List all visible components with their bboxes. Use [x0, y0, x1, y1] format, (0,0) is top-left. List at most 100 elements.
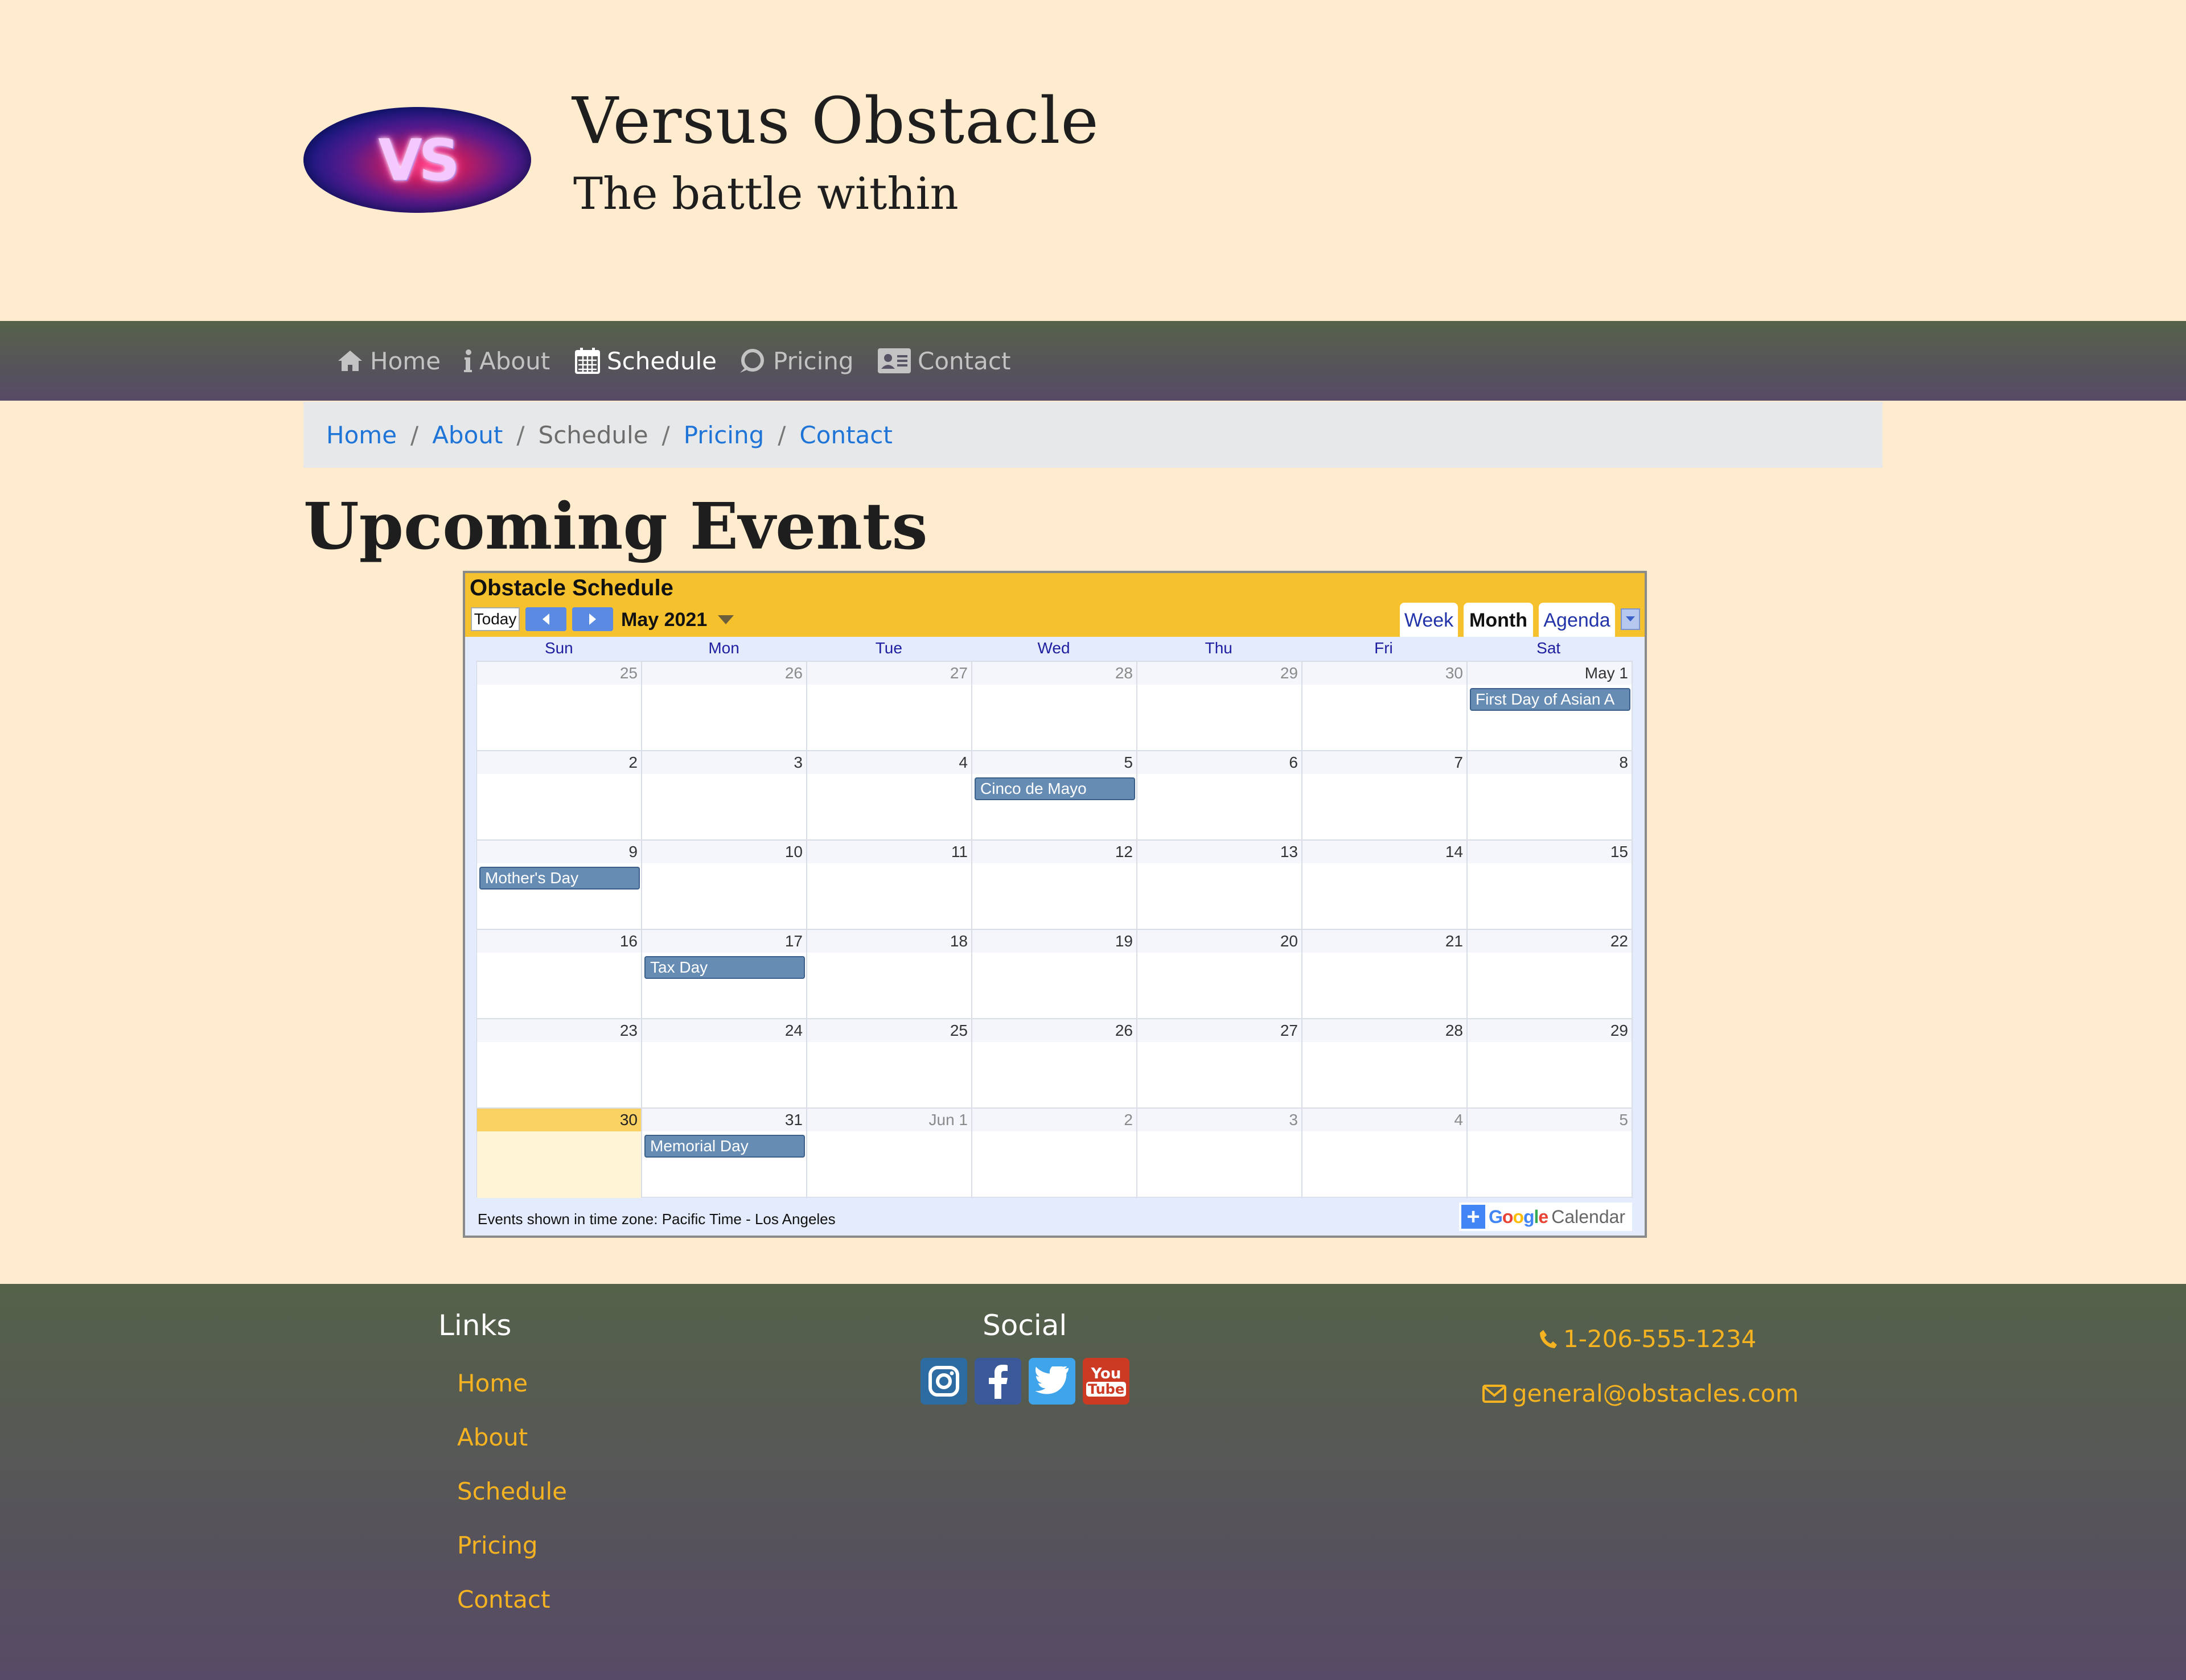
breadcrumb-contact[interactable]: Contact [799, 421, 892, 449]
calendar-event[interactable]: First Day of Asian A [1470, 688, 1630, 711]
email-address: general@obstacles.com [1512, 1380, 1799, 1407]
today-button[interactable]: Today [471, 607, 520, 631]
day-cell[interactable]: 5 Cinco de Mayo [972, 751, 1137, 841]
tab-month[interactable]: Month [1464, 603, 1533, 638]
day-cell[interactable]: 31 Memorial Day [642, 1109, 807, 1198]
week-row: 25 26 27 28 29 30 May 1 First Day of Asi… [477, 661, 1633, 751]
day-cell[interactable]: 12 [972, 841, 1137, 930]
day-cell[interactable]: 27 [1137, 1019, 1302, 1109]
nav-item-schedule[interactable]: Schedule [575, 321, 717, 401]
facebook-icon[interactable] [975, 1358, 1021, 1405]
day-cell[interactable]: 6 [1137, 751, 1302, 841]
add-to-google-calendar-button[interactable]: + Google Calendar [1459, 1203, 1632, 1231]
day-cell[interactable]: 5 [1468, 1109, 1633, 1198]
calendar-event[interactable]: Tax Day [644, 956, 805, 979]
day-cell[interactable]: 17 Tax Day [642, 930, 807, 1019]
calendar-event[interactable]: Cinco de Mayo [975, 777, 1135, 800]
day-cell[interactable]: 24 [642, 1019, 807, 1109]
day-cell[interactable]: 25 [477, 662, 642, 751]
day-cell[interactable]: 28 [1302, 1019, 1468, 1109]
day-cell[interactable]: Jun 1 [807, 1109, 972, 1198]
day-number: 25 [807, 1019, 971, 1042]
footer-email[interactable]: general@obstacles.com [1482, 1380, 1799, 1407]
calendar-event[interactable]: Memorial Day [644, 1135, 805, 1158]
instagram-icon[interactable] [921, 1358, 967, 1405]
day-cell[interactable]: 3 [642, 751, 807, 841]
day-cell[interactable]: 28 [972, 662, 1137, 751]
day-cell[interactable]: 2 [972, 1109, 1137, 1198]
day-cell[interactable]: 19 [972, 930, 1137, 1019]
day-cell[interactable]: 15 [1468, 841, 1633, 930]
day-number: 19 [972, 930, 1136, 953]
breadcrumb-pricing[interactable]: Pricing [684, 421, 765, 449]
breadcrumb-about[interactable]: About [432, 421, 503, 449]
contact-card-icon [878, 348, 911, 373]
plus-icon: + [1461, 1205, 1485, 1229]
calendar-event[interactable]: Mother's Day [479, 867, 640, 890]
day-number: 29 [1137, 662, 1301, 685]
calendar-wordmark: Calendar [1551, 1206, 1626, 1227]
day-cell[interactable]: 13 [1137, 841, 1302, 930]
prev-month-button[interactable] [525, 607, 566, 631]
day-cell[interactable]: 18 [807, 930, 972, 1019]
day-cell[interactable]: 26 [642, 662, 807, 751]
nav-item-contact[interactable]: Contact [878, 321, 1010, 401]
day-cell[interactable]: 25 [807, 1019, 972, 1109]
day-cell[interactable]: 30 [1302, 662, 1468, 751]
day-cell[interactable]: 23 [477, 1019, 642, 1109]
day-number: 17 [642, 930, 806, 953]
day-cell[interactable]: May 1 First Day of Asian A [1468, 662, 1633, 751]
breadcrumb-separator: / [778, 421, 786, 449]
footer-phone[interactable]: 1-206-555-1234 [1539, 1325, 1756, 1353]
month-dropdown-icon[interactable] [718, 615, 734, 624]
day-cell[interactable]: 4 [807, 751, 972, 841]
youtube-icon[interactable]: You Tube [1083, 1358, 1129, 1405]
view-dropdown-button[interactable] [1621, 608, 1640, 630]
day-cell[interactable]: 4 [1302, 1109, 1468, 1198]
day-number: 5 [1468, 1109, 1632, 1131]
day-cell[interactable]: 3 [1137, 1109, 1302, 1198]
youtube-tube-text: Tube [1086, 1382, 1127, 1397]
day-number: 30 [477, 1109, 641, 1131]
nav-item-label: Home [370, 347, 441, 375]
day-cell[interactable]: 16 [477, 930, 642, 1019]
footer-link-contact[interactable]: Contact [457, 1586, 550, 1613]
day-cell[interactable]: 22 [1468, 930, 1633, 1019]
nav-item-home[interactable]: Home [337, 321, 441, 401]
day-cell[interactable]: 11 [807, 841, 972, 930]
day-number: 25 [477, 662, 641, 685]
day-cell[interactable]: 29 [1137, 662, 1302, 751]
day-cell[interactable]: 8 [1468, 751, 1633, 841]
pricing-icon [740, 349, 764, 373]
site-logo[interactable]: VS [303, 107, 531, 213]
nav-item-label: Schedule [607, 347, 717, 375]
footer-social-heading: Social [983, 1309, 1067, 1342]
day-cell-today[interactable]: 30 [477, 1109, 642, 1198]
day-cell[interactable]: 2 [477, 751, 642, 841]
tab-agenda[interactable]: Agenda [1539, 603, 1615, 638]
day-cell[interactable]: 10 [642, 841, 807, 930]
weekday-label: Tue [875, 639, 902, 657]
info-icon [464, 349, 472, 372]
day-cell[interactable]: 9 Mother's Day [477, 841, 642, 930]
next-month-button[interactable] [572, 607, 613, 631]
day-number: 7 [1302, 751, 1466, 774]
twitter-icon[interactable] [1029, 1358, 1075, 1405]
day-cell[interactable]: 21 [1302, 930, 1468, 1019]
day-cell[interactable]: 29 [1468, 1019, 1633, 1109]
day-number: 9 [477, 841, 641, 863]
nav-item-about[interactable]: About [463, 321, 550, 401]
day-cell[interactable]: 14 [1302, 841, 1468, 930]
breadcrumb-home[interactable]: Home [326, 421, 397, 449]
footer-link-about[interactable]: About [457, 1423, 528, 1451]
day-cell[interactable]: 26 [972, 1019, 1137, 1109]
day-number: 21 [1302, 930, 1466, 953]
nav-item-pricing[interactable]: Pricing [738, 321, 854, 401]
day-cell[interactable]: 27 [807, 662, 972, 751]
day-cell[interactable]: 7 [1302, 751, 1468, 841]
tab-week[interactable]: Week [1400, 603, 1458, 638]
day-cell[interactable]: 20 [1137, 930, 1302, 1019]
footer-link-pricing[interactable]: Pricing [457, 1531, 538, 1559]
footer-link-schedule[interactable]: Schedule [457, 1477, 567, 1505]
footer-link-home[interactable]: Home [457, 1369, 528, 1397]
